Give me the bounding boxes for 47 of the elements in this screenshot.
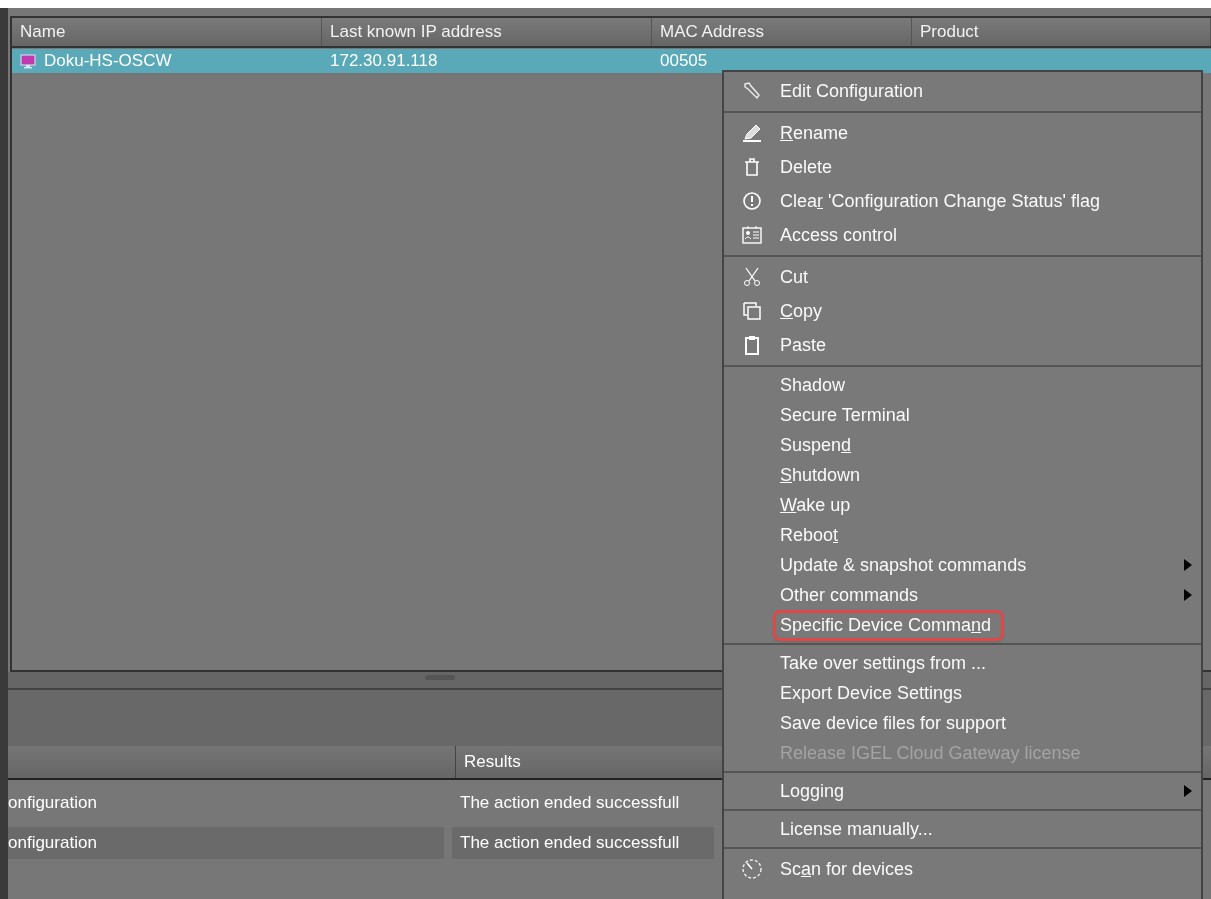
table-cell: 00505 <box>660 51 708 71</box>
column-header[interactable]: Product <box>912 18 1211 46</box>
menu-item[interactable]: Secure Terminal <box>724 400 1201 430</box>
copy-icon <box>742 301 762 321</box>
clipboard-icon <box>742 335 762 355</box>
menu-item[interactable]: Export Device Settings <box>724 678 1201 708</box>
submenu-arrow-icon <box>1183 558 1193 572</box>
menu-item[interactable]: Edit Configuration <box>724 74 1201 108</box>
table-cell-text: The action ended successfull <box>459 792 681 814</box>
table-cell-text: onfiguration <box>8 792 98 814</box>
menu-item[interactable]: Take over settings from ... <box>724 648 1201 678</box>
menu-item[interactable]: Logging <box>724 776 1201 806</box>
column-header[interactable]: MAC Address <box>652 18 912 46</box>
menu-item[interactable]: Delete <box>724 150 1201 184</box>
column-header[interactable]: Name <box>12 18 322 46</box>
trash-icon <box>742 157 762 177</box>
menu-item[interactable]: Paste <box>724 328 1201 362</box>
table-cell: The action ended successfull <box>452 827 714 859</box>
wrench-icon <box>742 81 762 101</box>
submenu-arrow-icon <box>1183 784 1193 798</box>
menu-item[interactable]: Suspend <box>724 430 1201 460</box>
menu-item[interactable]: Other commands <box>724 580 1201 610</box>
exclamation-circle-icon <box>742 191 762 211</box>
submenu-arrow-icon <box>1183 588 1193 602</box>
monitor-icon <box>20 53 36 69</box>
menu-item[interactable]: Specific Device Command <box>724 610 1201 640</box>
table-cell: onfiguration <box>8 827 444 859</box>
pencil-icon <box>742 123 762 143</box>
id-card-icon <box>742 225 762 245</box>
table-row[interactable]: Doku-HS-OSCW 172.30.91.118 00505 <box>12 49 1211 73</box>
menu-item[interactable]: Copy <box>724 294 1201 328</box>
scissors-icon <box>742 267 762 287</box>
menu-item[interactable]: Cut <box>724 260 1201 294</box>
menu-item[interactable]: Access control <box>724 218 1201 252</box>
table-cell: Doku-HS-OSCW <box>44 51 172 71</box>
menu-item[interactable]: Shadow <box>724 370 1201 400</box>
radar-icon <box>741 858 763 880</box>
menu-item[interactable]: Wake up <box>724 490 1201 520</box>
column-header[interactable]: Last known IP address <box>322 18 652 46</box>
menu-item[interactable]: Update & snapshot commands <box>724 550 1201 580</box>
table-cell: 172.30.91.118 <box>330 51 438 71</box>
menu-item[interactable]: Reboot <box>724 520 1201 550</box>
menu-item[interactable]: Shutdown <box>724 460 1201 490</box>
menu-item[interactable]: Clear 'Configuration Change Status' flag <box>724 184 1201 218</box>
menu-item[interactable]: Rename <box>724 116 1201 150</box>
menu-item[interactable]: Scan for devices <box>724 852 1201 886</box>
menu-item[interactable]: License manually... <box>724 814 1201 844</box>
